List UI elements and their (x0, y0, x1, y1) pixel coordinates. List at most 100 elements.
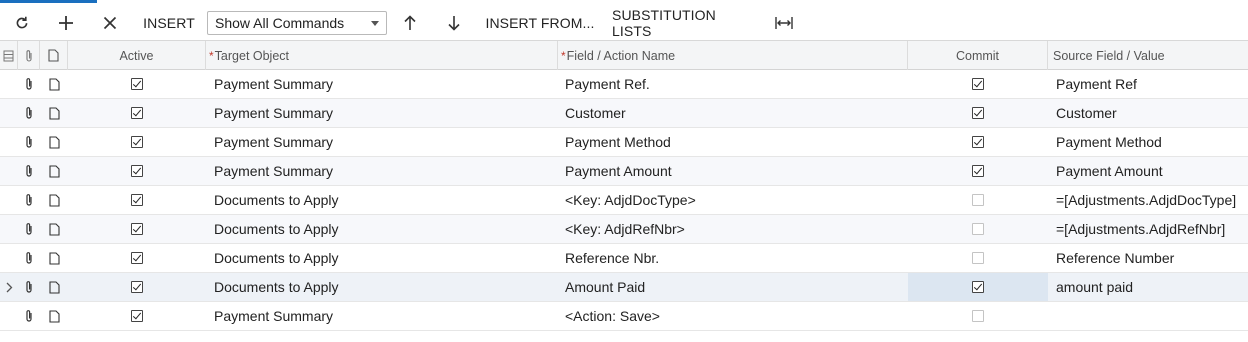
field-action-cell[interactable]: Reference Nbr. (558, 244, 908, 272)
target-object-cell[interactable]: Documents to Apply (206, 244, 558, 272)
refresh-icon[interactable] (8, 5, 36, 41)
row-selector[interactable] (0, 302, 18, 330)
active-checkbox[interactable] (131, 194, 143, 206)
header-commit[interactable]: Commit (908, 41, 1048, 70)
row-selector[interactable] (0, 99, 18, 127)
field-action-cell[interactable]: <Key: AdjdDocType> (558, 186, 908, 214)
row-selector[interactable] (0, 70, 18, 98)
substitution-lists-button[interactable]: SUBSTITUTION LISTS (612, 5, 754, 41)
source-field-cell[interactable]: Reference Number (1048, 244, 1248, 272)
delete-row-button[interactable] (96, 5, 124, 41)
row-selector[interactable] (0, 128, 18, 156)
table-row[interactable]: Payment Summary Payment Method Payment Met… (0, 128, 1248, 157)
field-action-cell[interactable]: Payment Amount (558, 157, 908, 185)
source-field-cell[interactable]: amount paid (1048, 273, 1248, 301)
target-object-cell[interactable]: Payment Summary (206, 99, 558, 127)
row-selector-chevron-icon[interactable] (0, 273, 18, 301)
header-field-action[interactable]: * Field / Action Name (558, 41, 908, 70)
source-field-cell[interactable]: Customer (1048, 99, 1248, 127)
commit-checkbox[interactable] (972, 165, 984, 177)
target-object-cell[interactable]: Payment Summary (206, 70, 558, 98)
move-down-button[interactable] (442, 5, 466, 41)
field-action-cell[interactable]: Payment Ref. (558, 70, 908, 98)
commit-checkbox[interactable] (972, 310, 984, 322)
note-icon[interactable] (40, 273, 68, 301)
table-row[interactable]: Documents to Apply Reference Nbr. Referenc… (0, 244, 1248, 273)
target-object-cell[interactable]: Payment Summary (206, 157, 558, 185)
note-icon[interactable] (40, 157, 68, 185)
grid-header: Active * Target Object * Field / Action Na… (0, 41, 1248, 70)
field-action-cell[interactable]: Amount Paid (558, 273, 908, 301)
source-field-cell[interactable]: =[Adjustments.AdjdDocType] (1048, 186, 1248, 214)
commit-checkbox[interactable] (972, 136, 984, 148)
table-row[interactable]: Documents to Apply <Key: AdjdDocType> =[Ad… (0, 186, 1248, 215)
active-checkbox[interactable] (131, 310, 143, 322)
target-object-cell[interactable]: Documents to Apply (206, 186, 558, 214)
table-row[interactable]: Payment Summary <Action: Save> (0, 302, 1248, 331)
note-icon[interactable] (40, 215, 68, 243)
attachment-icon[interactable] (18, 128, 40, 156)
table-row[interactable]: Documents to Apply Amount Paid amount paid (0, 273, 1248, 302)
attachment-icon[interactable] (18, 157, 40, 185)
commit-checkbox[interactable] (972, 194, 984, 206)
note-icon[interactable] (40, 186, 68, 214)
active-checkbox[interactable] (131, 107, 143, 119)
active-checkbox[interactable] (131, 223, 143, 235)
row-selector[interactable] (0, 215, 18, 243)
attachment-icon[interactable] (18, 273, 40, 301)
table-row[interactable]: Documents to Apply <Key: AdjdRefNbr> =[Adj… (0, 215, 1248, 244)
insert-from-button[interactable]: INSERT FROM... (484, 5, 596, 41)
add-row-button[interactable] (52, 5, 80, 41)
note-icon[interactable] (40, 302, 68, 330)
commit-checkbox[interactable] (972, 281, 984, 293)
target-object-cell[interactable]: Payment Summary (206, 302, 558, 330)
header-target-object[interactable]: * Target Object (206, 41, 558, 70)
header-source-field[interactable]: Source Field / Value (1048, 41, 1248, 70)
source-field-cell[interactable]: Payment Amount (1048, 157, 1248, 185)
target-object-cell[interactable]: Documents to Apply (206, 273, 558, 301)
target-object-cell[interactable]: Payment Summary (206, 128, 558, 156)
commit-checkbox-cell (908, 99, 1048, 127)
source-field-cell[interactable]: Payment Method (1048, 128, 1248, 156)
note-icon[interactable] (40, 70, 68, 98)
active-checkbox[interactable] (131, 165, 143, 177)
header-active[interactable]: Active (68, 41, 206, 70)
source-field-cell[interactable]: Payment Ref (1048, 70, 1248, 98)
insert-button[interactable]: INSERT (140, 5, 198, 41)
active-checkbox[interactable] (131, 136, 143, 148)
row-selector[interactable] (0, 157, 18, 185)
commit-checkbox[interactable] (972, 107, 984, 119)
table-row[interactable]: Payment Summary Payment Ref. Payment Ref (0, 70, 1248, 99)
fit-columns-icon[interactable] (772, 5, 796, 41)
attachment-icon[interactable] (18, 215, 40, 243)
commit-checkbox-cell (908, 128, 1048, 156)
attachment-icon[interactable] (18, 70, 40, 98)
row-selector[interactable] (0, 186, 18, 214)
move-up-button[interactable] (398, 5, 422, 41)
field-action-cell[interactable]: Payment Method (558, 128, 908, 156)
field-action-cell[interactable]: Customer (558, 99, 908, 127)
active-checkbox[interactable] (131, 252, 143, 264)
target-object-cell[interactable]: Documents to Apply (206, 215, 558, 243)
note-icon[interactable] (40, 244, 68, 272)
commit-checkbox[interactable] (972, 78, 984, 90)
attachment-icon[interactable] (18, 186, 40, 214)
active-checkbox[interactable] (131, 78, 143, 90)
attachment-icon[interactable] (18, 99, 40, 127)
attachment-icon[interactable] (18, 244, 40, 272)
note-icon[interactable] (40, 99, 68, 127)
source-field-cell[interactable]: =[Adjustments.AdjdRefNbr] (1048, 215, 1248, 243)
field-action-cell[interactable]: <Action: Save> (558, 302, 908, 330)
table-row[interactable]: Payment Summary Customer Customer (0, 99, 1248, 128)
field-action-cell[interactable]: <Key: AdjdRefNbr> (558, 215, 908, 243)
row-selector[interactable] (0, 244, 18, 272)
command-filter-select[interactable]: Show All Commands (207, 11, 387, 35)
table-row[interactable]: Payment Summary Payment Amount Payment Amo… (0, 157, 1248, 186)
commit-checkbox[interactable] (972, 223, 984, 235)
commit-checkbox[interactable] (972, 252, 984, 264)
note-icon[interactable] (40, 128, 68, 156)
column-settings-icon[interactable] (0, 41, 18, 70)
source-field-cell[interactable] (1048, 302, 1248, 330)
active-checkbox[interactable] (131, 281, 143, 293)
attachment-icon[interactable] (18, 302, 40, 330)
